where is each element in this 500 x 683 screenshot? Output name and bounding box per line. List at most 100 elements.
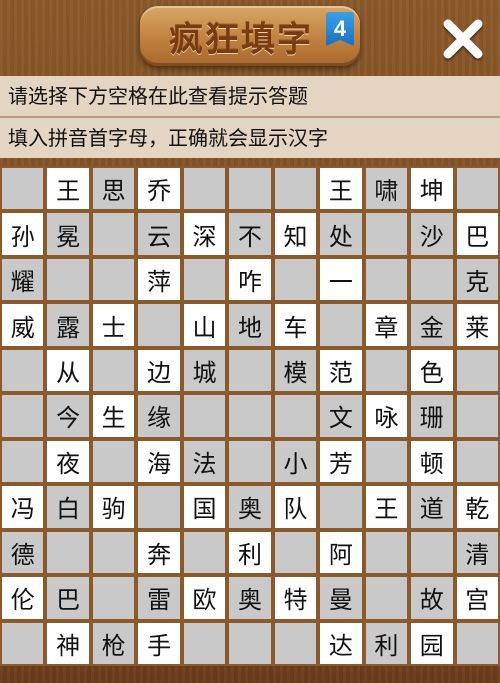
grid-cell[interactable]: 沙 [409, 211, 455, 257]
grid-cell[interactable]: 珊 [409, 393, 455, 439]
grid-cell[interactable]: 冯 [0, 484, 46, 530]
grid-cell[interactable]: 特 [272, 575, 319, 621]
grid-cell[interactable]: 知 [272, 211, 319, 257]
grid-cell[interactable]: 欧 [181, 575, 228, 621]
grid-cell[interactable]: 乔 [136, 166, 182, 212]
grid-cell[interactable]: 云 [136, 211, 182, 257]
grid-cell[interactable]: 雷 [136, 575, 182, 621]
grid-cell[interactable]: 车 [272, 302, 319, 348]
grid-cell[interactable]: 坤 [409, 166, 455, 212]
grid-cell[interactable]: 冕 [45, 211, 91, 257]
grid-cell[interactable]: 士 [90, 302, 137, 348]
grid-cell[interactable]: 手 [136, 620, 182, 666]
grid-cell[interactable]: 不 [227, 211, 273, 257]
grid-cell[interactable]: 海 [136, 438, 182, 485]
grid-cell[interactable]: 巴 [454, 211, 500, 257]
grid-cell[interactable]: 今 [45, 393, 91, 439]
grid-cell-blank [90, 438, 137, 485]
close-icon [443, 19, 483, 59]
grid-cell-blank [45, 256, 91, 303]
grid-cell[interactable]: 奥 [227, 484, 273, 530]
grid-cell[interactable]: 曼 [318, 575, 364, 621]
grid-cell-blank [90, 211, 137, 257]
level-badge: 4 [326, 12, 354, 46]
grid-cell[interactable]: 莱 [454, 302, 500, 348]
grid-cell[interactable]: 金 [409, 302, 455, 348]
grid-cell[interactable]: 驹 [90, 484, 137, 530]
grid-cell[interactable]: 从 [45, 347, 91, 394]
grid-cell[interactable]: 威 [0, 302, 46, 348]
grid-cell-blank [0, 438, 46, 485]
grid-cell-blank [181, 529, 228, 576]
grid-cell[interactable]: 达 [318, 620, 364, 666]
grid-cell[interactable]: 法 [181, 438, 228, 485]
grid-cell[interactable]: 德 [0, 529, 46, 576]
grid-cell[interactable]: 城 [181, 347, 228, 394]
grid-cell[interactable]: 夜 [45, 438, 91, 485]
grid-cell[interactable]: 小 [272, 438, 319, 485]
grid-cell-blank [272, 256, 319, 303]
grid-cell[interactable]: 故 [409, 575, 455, 621]
grid-cell-blank [363, 438, 410, 485]
grid-cell[interactable]: 顿 [409, 438, 455, 485]
grid-cell[interactable]: 章 [363, 302, 410, 348]
grid-cell[interactable]: 啸 [363, 166, 410, 212]
grid-cell[interactable]: 国 [181, 484, 228, 530]
grid-cell[interactable]: 范 [318, 347, 364, 394]
grid-cell[interactable]: 王 [45, 166, 91, 212]
grid-cell[interactable]: 神 [45, 620, 91, 666]
grid-cell[interactable]: 思 [90, 166, 137, 212]
grid-cell[interactable]: 色 [409, 347, 455, 394]
grid-cell[interactable]: 深 [181, 211, 228, 257]
grid-cell[interactable]: 咋 [227, 256, 273, 303]
grid-cell[interactable]: 王 [318, 166, 364, 212]
grid-cell-blank [90, 256, 137, 303]
grid-cell[interactable]: 伦 [0, 575, 46, 621]
grid-cell[interactable]: 萍 [136, 256, 182, 303]
grid-cell[interactable]: 地 [227, 302, 273, 348]
grid-cell[interactable]: 枪 [90, 620, 137, 666]
grid-cell-blank [227, 347, 273, 394]
grid-cell[interactable]: 耀 [0, 256, 46, 303]
grid-cell[interactable]: 咏 [363, 393, 410, 439]
grid-cell-blank [136, 302, 182, 348]
grid-cell[interactable]: 处 [318, 211, 364, 257]
grid-cell[interactable]: 利 [363, 620, 410, 666]
grid-cell[interactable]: 园 [409, 620, 455, 666]
grid-cell-blank [454, 620, 500, 666]
grid-cell[interactable]: 缘 [136, 393, 182, 439]
grid-cell[interactable]: 边 [136, 347, 182, 394]
grid-cell-blank [272, 620, 319, 666]
grid-cell[interactable]: 孙 [0, 211, 46, 257]
grid-cell[interactable]: 芳 [318, 438, 364, 485]
grid-cell[interactable]: 巴 [45, 575, 91, 621]
grid-cell[interactable]: 道 [409, 484, 455, 530]
grid-cell[interactable]: 王 [363, 484, 410, 530]
grid-cell-blank [272, 529, 319, 576]
game-title: 疯狂填字 [169, 19, 313, 60]
grid-cell[interactable]: 一 [318, 256, 364, 303]
crossword-grid: 王思乔王啸坤孙冕云深不知处沙巴耀萍咋一克威露士山地车章金莱从边城模范色今生缘文咏… [0, 166, 500, 683]
grid-cell[interactable]: 队 [272, 484, 319, 530]
grid-cell[interactable]: 阿 [318, 529, 364, 576]
grid-cell-blank [181, 256, 228, 303]
grid-cell-blank [454, 438, 500, 485]
grid-cell[interactable]: 模 [272, 347, 319, 394]
grid-cell[interactable]: 克 [454, 256, 500, 303]
grid-cell[interactable]: 奥 [227, 575, 273, 621]
hint-instruction-pinyin: 填入拼音首字母，正确就会显示汉字 [0, 116, 500, 158]
grid-cell[interactable]: 乾 [454, 484, 500, 530]
grid-cell[interactable]: 露 [45, 302, 91, 348]
grid-cell[interactable]: 利 [227, 529, 273, 576]
grid-cell[interactable]: 宫 [454, 575, 500, 621]
grid-cell-blank [0, 166, 46, 212]
grid-cell[interactable]: 奔 [136, 529, 182, 576]
grid-cell[interactable]: 文 [318, 393, 364, 439]
grid-cell[interactable]: 清 [454, 529, 500, 576]
grid-cell-blank [454, 166, 500, 212]
grid-cell[interactable]: 山 [181, 302, 228, 348]
close-button[interactable] [438, 14, 488, 64]
grid-cell[interactable]: 生 [90, 393, 137, 439]
grid-cell-blank [409, 256, 455, 303]
grid-cell[interactable]: 白 [45, 484, 91, 530]
